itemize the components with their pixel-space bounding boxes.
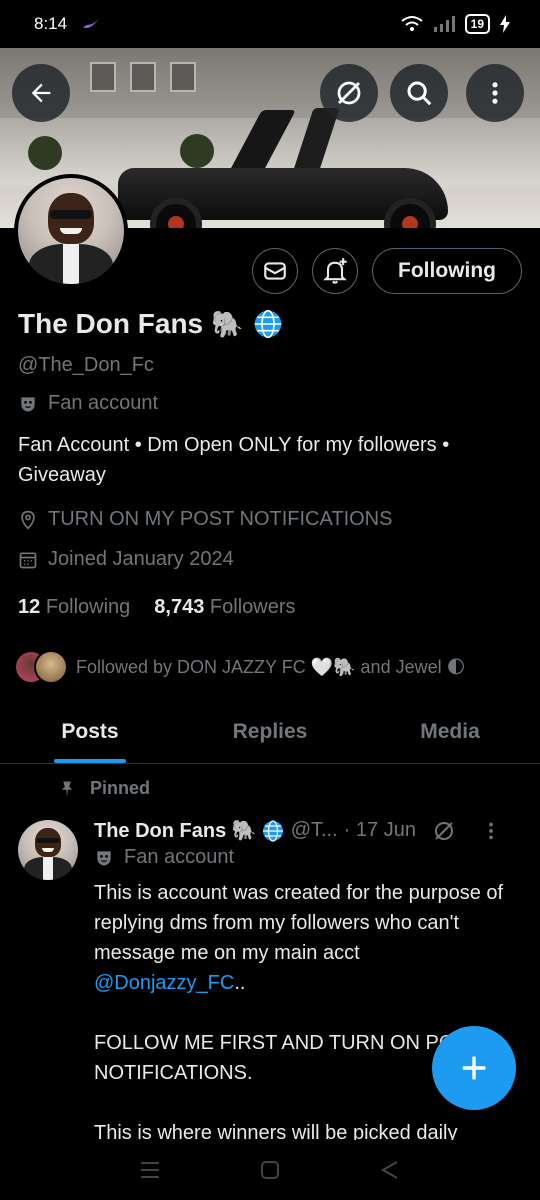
profile-name-text: The Don Fans: [18, 308, 204, 339]
globe-icon: [254, 309, 281, 339]
globe-icon: [262, 819, 283, 842]
mask-icon: [97, 850, 111, 865]
plus-icon: [462, 1056, 486, 1080]
system-nav-bar: [0, 1140, 540, 1200]
location-pin-icon: [21, 510, 35, 530]
charging-icon: [500, 15, 510, 33]
search-button[interactable]: [390, 64, 448, 122]
more-button[interactable]: [466, 64, 524, 122]
profile-avatar[interactable]: [14, 174, 128, 288]
pinned-indicator: Pinned: [58, 778, 150, 799]
followed-by-row[interactable]: Followed by DON JAZZY FC 🤍🐘 and Jewel 🌓: [14, 650, 465, 684]
follow-counts: 12 Following 8,743 Followers: [18, 596, 296, 619]
followers-count-link[interactable]: 8,743 Followers: [154, 596, 295, 619]
home-icon[interactable]: [259, 1159, 281, 1181]
joined-text: Joined January 2024: [48, 548, 234, 570]
post-avatar[interactable]: [18, 820, 78, 880]
tab-posts[interactable]: Posts: [0, 700, 180, 763]
post-mention-link[interactable]: @Donjazzy_FC: [94, 972, 234, 994]
followers-count: 8,743: [154, 596, 205, 618]
followers-label: Followers: [209, 596, 296, 618]
tab-media[interactable]: Media: [360, 700, 540, 763]
profile-joined: Joined January 2024: [18, 548, 234, 571]
mask-icon: [21, 396, 35, 411]
compose-button[interactable]: [432, 1026, 516, 1110]
battery-indicator: 19: [464, 14, 490, 34]
profile-label: Fan account: [18, 392, 158, 415]
pinned-label: Pinned: [90, 778, 151, 798]
followed-by-text: Followed by DON JAZZY FC 🤍🐘 and Jewel 🌓: [76, 656, 466, 677]
notification-icon: [83, 19, 100, 28]
signal-icon: [433, 16, 455, 32]
elephant-emoji: 🐘: [211, 308, 244, 339]
recents-icon[interactable]: [139, 1160, 161, 1180]
search-icon: [407, 81, 432, 106]
profile-bio: Fan Account • Dm Open ONLY for my follow…: [18, 430, 523, 490]
pin-icon: [61, 781, 73, 796]
bio-line-2: Giveaway: [18, 464, 106, 486]
slashed-circle-icon: [337, 81, 361, 105]
bell-plus-icon: [323, 258, 347, 284]
profile-name: The Don Fans 🐘: [18, 308, 284, 340]
following-count-link[interactable]: 12 Following: [18, 596, 130, 619]
profile-label-text: Fan account: [48, 392, 159, 414]
follower-avatar: [34, 650, 68, 684]
slashed-circle-icon[interactable]: [432, 819, 456, 843]
more-vertical-icon: [492, 82, 498, 104]
tab-replies[interactable]: Replies: [180, 700, 360, 763]
post-label: Fan account: [94, 846, 234, 869]
wifi-icon: [401, 16, 423, 31]
following-button[interactable]: Following: [372, 248, 522, 294]
post-label-text: Fan account: [124, 846, 235, 868]
arrow-left-icon: [31, 83, 51, 103]
post-body[interactable]: This is account was created for the purp…: [94, 878, 514, 1148]
post-date: · 17 Jun: [343, 819, 416, 841]
notify-button[interactable]: [312, 248, 358, 294]
profile-location: TURN ON MY POST NOTIFICATIONS: [18, 508, 392, 531]
calendar-icon: [19, 552, 37, 568]
message-button[interactable]: [252, 248, 298, 294]
following-count: 12: [18, 596, 41, 618]
status-bar: 8:14 19: [0, 0, 540, 48]
envelope-icon: [264, 262, 286, 280]
back-button[interactable]: [12, 64, 70, 122]
following-label: Following: [45, 596, 131, 618]
post-header: The Don Fans 🐘 @T... · 17 Jun: [94, 818, 524, 843]
status-time: 8:14: [34, 14, 68, 33]
location-text: TURN ON MY POST NOTIFICATIONS: [48, 508, 393, 530]
post-text-part2: .. FOLLOW ME FIRST AND TURN ON POST NOTI…: [94, 972, 480, 1144]
post-text-part1: This is account was created for the purp…: [94, 882, 504, 964]
profile-tabs: Posts Replies Media: [0, 700, 540, 764]
grok-button[interactable]: [320, 64, 378, 122]
post-handle: @T...: [290, 819, 338, 841]
bio-line-1: Fan Account • Dm Open ONLY for my follow…: [18, 434, 450, 456]
more-vertical-icon[interactable]: [480, 820, 502, 842]
post-author[interactable]: The Don Fans 🐘: [94, 818, 257, 843]
back-nav-icon[interactable]: [379, 1159, 401, 1181]
profile-handle: @The_Don_Fc: [18, 354, 154, 376]
